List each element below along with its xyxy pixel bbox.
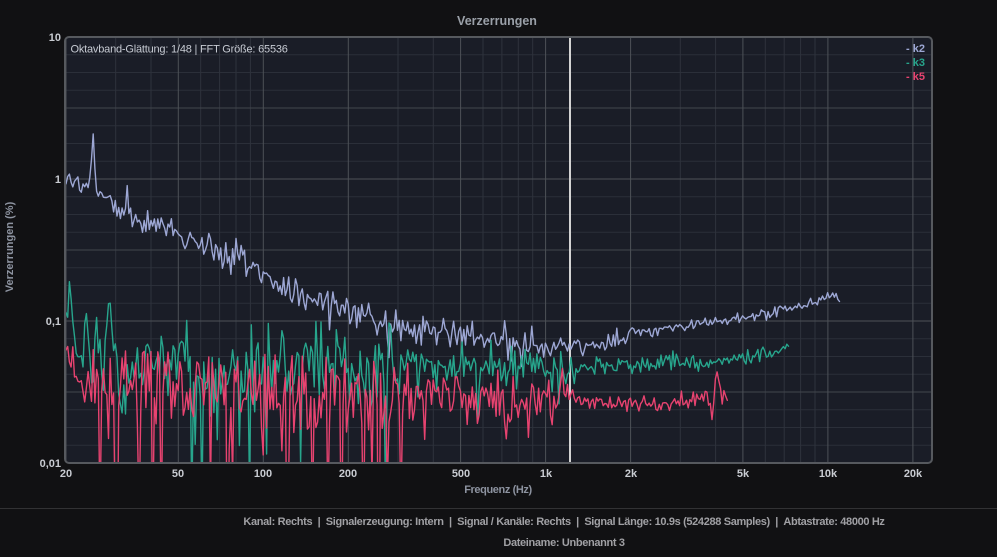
svg-text:50: 50 bbox=[172, 468, 184, 480]
svg-text:20k: 20k bbox=[904, 468, 923, 480]
svg-text:10: 10 bbox=[49, 32, 61, 44]
svg-text:2k: 2k bbox=[625, 468, 638, 480]
svg-text:Oktavband-Glättung: 1/48 | FFT: Oktavband-Glättung: 1/48 | FFT Größe: 65… bbox=[71, 44, 288, 56]
svg-text:Verzerrungen (%): Verzerrungen (%) bbox=[4, 201, 16, 292]
svg-text:20: 20 bbox=[60, 468, 72, 480]
svg-text:5k: 5k bbox=[737, 468, 750, 480]
svg-text:100: 100 bbox=[254, 468, 272, 480]
svg-text:Verzerrungen: Verzerrungen bbox=[457, 14, 537, 28]
svg-text:Kanal: Rechts | Signalerzeug: Kanal: Rechts | Signalerzeugung: Intern … bbox=[243, 516, 885, 528]
svg-text:- k5: - k5 bbox=[906, 71, 925, 83]
svg-text:0,01: 0,01 bbox=[40, 458, 61, 470]
svg-text:- k2: - k2 bbox=[906, 43, 925, 55]
svg-text:200: 200 bbox=[339, 468, 357, 480]
svg-text:1k: 1k bbox=[540, 468, 553, 480]
svg-text:Dateiname: Unbenannt 3: Dateiname: Unbenannt 3 bbox=[503, 537, 624, 549]
svg-text:- k3: - k3 bbox=[906, 57, 925, 69]
svg-text:Frequenz (Hz): Frequenz (Hz) bbox=[464, 484, 532, 496]
svg-text:10k: 10k bbox=[819, 468, 838, 480]
svg-text:500: 500 bbox=[452, 468, 470, 480]
svg-text:0,1: 0,1 bbox=[46, 316, 61, 328]
svg-text:1: 1 bbox=[55, 174, 61, 186]
